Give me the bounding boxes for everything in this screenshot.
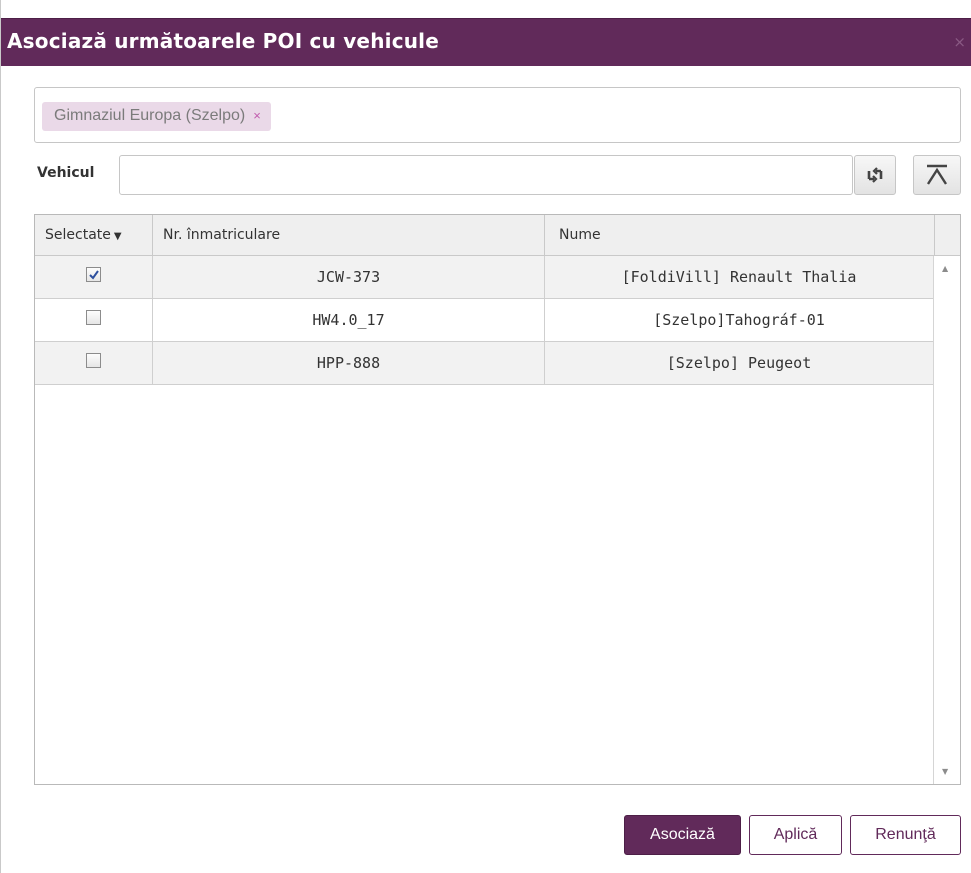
column-header-plate[interactable]: Nr. înmatriculare	[153, 215, 545, 256]
plate-cell: JCW-373	[153, 256, 545, 298]
row-checkbox[interactable]	[86, 353, 101, 368]
poi-tag-label: Gimnaziul Europa (Szelpo)	[54, 107, 246, 124]
refresh-button[interactable]	[854, 155, 896, 195]
grid-rows: JCW-373 [FoldiVill] Renault Thalia HW4.0…	[35, 256, 933, 385]
name-cell: [FoldiVill] Renault Thalia	[621, 268, 857, 286]
close-icon[interactable]: ×	[953, 33, 966, 51]
vehicle-filter-label: Vehicul	[37, 165, 95, 181]
poi-tag: Gimnaziul Europa (Szelpo) ×	[42, 102, 271, 131]
table-row[interactable]: HPP-888 [Szelpo] Peugeot	[35, 342, 933, 385]
plate-cell: HPP-888	[153, 342, 545, 384]
checkmark-icon	[89, 270, 99, 280]
refresh-icon	[867, 167, 883, 183]
vehicle-filter-input[interactable]	[119, 155, 853, 195]
sort-desc-icon: ▼	[113, 231, 122, 242]
dialog-titlebar: Asociază următoarele POI cu vehicule ×	[1, 18, 971, 66]
name-cell: [Szelpo]Tahográf-01	[653, 311, 825, 329]
associate-poi-dialog: Asociază următoarele POI cu vehicule × G…	[0, 0, 971, 873]
column-header-selected[interactable]: Selectate ▼	[35, 215, 153, 256]
column-header-name[interactable]: Nume	[545, 215, 935, 256]
plate-cell: HW4.0_17	[153, 299, 545, 341]
row-checkbox[interactable]	[86, 267, 101, 282]
apply-button[interactable]: Aplică	[749, 815, 842, 855]
cancel-button[interactable]: Renunţă	[850, 815, 961, 855]
poi-tag-input[interactable]: Gimnaziul Europa (Szelpo) ×	[34, 87, 961, 143]
table-row[interactable]: JCW-373 [FoldiVill] Renault Thalia	[35, 256, 933, 299]
scroll-up-icon[interactable]: ▲	[942, 264, 948, 273]
grid-scrollbar[interactable]: ▲ ▼	[933, 256, 960, 784]
name-cell: [Szelpo] Peugeot	[666, 354, 812, 372]
scroll-down-icon[interactable]: ▼	[942, 767, 948, 776]
dialog-title: Asociază următoarele POI cu vehicule	[7, 29, 440, 53]
clear-filter-button[interactable]	[913, 155, 961, 195]
associate-button[interactable]: Asociază	[624, 815, 741, 855]
tag-remove-icon[interactable]: ×	[253, 108, 261, 123]
vehicle-grid: Selectate ▼ Nr. înmatriculare Nume JCW-37…	[34, 214, 961, 785]
table-row[interactable]: HW4.0_17 [Szelpo]Tahográf-01	[35, 299, 933, 342]
row-checkbox[interactable]	[86, 310, 101, 325]
grid-header: Selectate ▼ Nr. înmatriculare Nume	[35, 215, 960, 256]
clear-filter-icon	[926, 164, 948, 185]
